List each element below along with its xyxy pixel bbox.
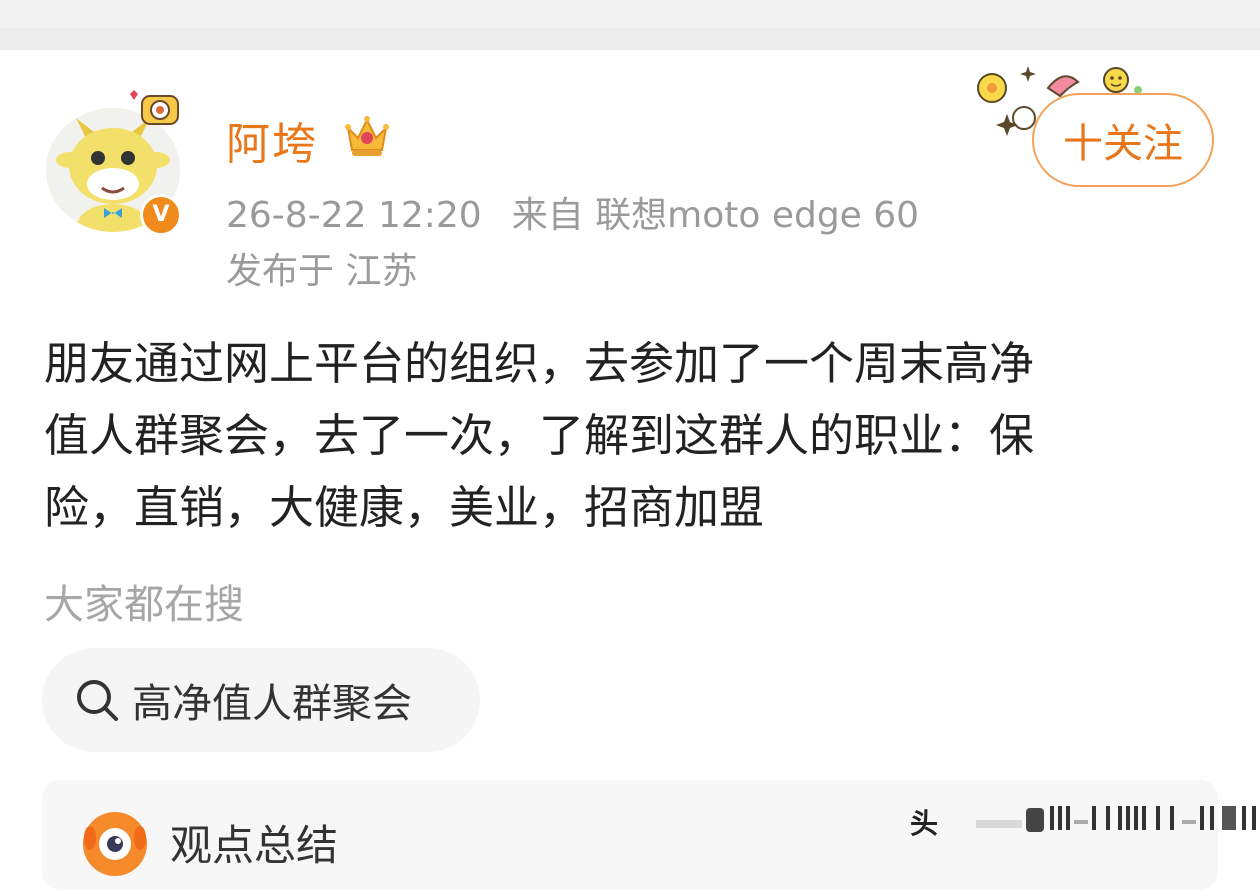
- crown-icon[interactable]: [340, 108, 394, 162]
- watermark-bars: [976, 806, 1256, 832]
- hot-search-label: 大家都在搜: [44, 582, 244, 628]
- watermark: 头: [910, 807, 940, 840]
- post-source: 来自 联想moto edge 60: [511, 195, 920, 236]
- summary-card[interactable]: 观点总结 头: [42, 780, 1256, 890]
- hot-search-chip[interactable]: 高净值人群聚会: [42, 648, 480, 752]
- top-separator: [0, 0, 1260, 50]
- hot-search-chip-text: 高净值人群聚会: [132, 681, 412, 727]
- verified-badge-icon: V: [140, 194, 182, 236]
- follow-button[interactable]: 十关注: [1032, 93, 1214, 187]
- post-content-line: 朋友通过网上平台的组织，去参加了一个周末高净: [44, 337, 1035, 390]
- username[interactable]: 阿垮: [226, 108, 318, 172]
- post-content-line: 值人群聚会，去了一次，了解到这群人的职业：保: [44, 409, 1035, 462]
- post-meta: 26-8-22 12:20 来自 联想moto edge 60: [226, 186, 919, 238]
- post-location: 发布于 江苏: [226, 251, 418, 292]
- post-content: 朋友通过网上平台的组织，去参加了一个周末高净 值人群聚会，去了一次，了解到这群人…: [44, 328, 1234, 544]
- post-content-line: 险，直销，大健康，美业，招商加盟: [44, 481, 765, 534]
- avatar[interactable]: V: [46, 90, 186, 240]
- post-time: 26-8-22 12:20: [226, 195, 482, 236]
- robot-assistant-icon: [83, 812, 147, 876]
- summary-card-title: 观点总结: [170, 821, 339, 870]
- search-icon: [77, 680, 118, 721]
- camera-sticker-icon: [130, 90, 179, 125]
